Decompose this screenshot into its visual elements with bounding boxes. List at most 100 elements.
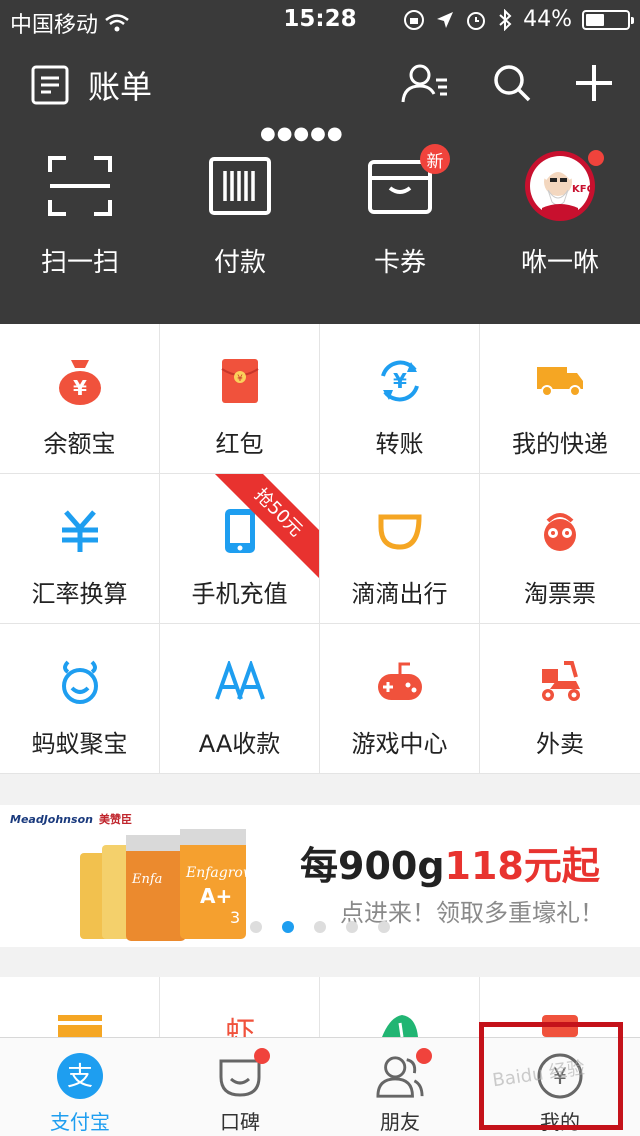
grid-item-transfer[interactable]: ¥ 转账 <box>320 324 480 474</box>
services-grid: ¥ 余额宝 ¥ 红包 ¥ 转账 我的快递 汇率换算 手机充值 抢50元 滴滴出行… <box>0 324 640 774</box>
banner-headline: 每900g118元起 <box>300 844 600 888</box>
grid-item-label: 淘票票 <box>524 580 596 608</box>
grid-item-phone-recharge[interactable]: 手机充值 抢50元 <box>160 474 320 624</box>
pager-dot[interactable] <box>346 921 358 933</box>
quick-actions: 扫一扫 付款 新 卡券 KFC 咻一咻 <box>0 144 640 280</box>
grid-item-takeout[interactable]: 外卖 <box>480 624 640 774</box>
pager-dot[interactable] <box>378 921 390 933</box>
pager-dot[interactable] <box>314 921 326 933</box>
quick-scan[interactable]: 扫一扫 <box>0 150 160 280</box>
bill-button[interactable]: 账单 <box>30 62 152 108</box>
koubei-notification-dot <box>254 1048 270 1064</box>
kfc-avatar-icon: KFC <box>525 151 595 221</box>
alarm-icon <box>467 11 486 30</box>
grid-item-label: 游戏中心 <box>351 730 448 758</box>
svg-text:支: 支 <box>67 1062 93 1092</box>
quick-coupons-label: 卡券 <box>373 248 426 278</box>
battery-icon <box>582 9 634 30</box>
grid-item-label: 转账 <box>375 430 424 458</box>
svg-text:¥: ¥ <box>393 369 407 393</box>
quick-xiu-label: 咻一咻 <box>520 248 599 278</box>
formula-cans-image: Enfa Enfagrow A+ 3 <box>80 829 250 941</box>
phone-icon <box>224 509 255 553</box>
grid-item-hongbao[interactable]: ¥ 红包 <box>160 324 320 474</box>
card-icon <box>58 1015 102 1037</box>
quick-coupons[interactable]: 新 卡券 <box>320 144 480 280</box>
aa-icon <box>214 661 265 700</box>
grid-item-label: 我的快递 <box>512 430 608 458</box>
friends-notification-dot <box>416 1048 432 1064</box>
pager-dot[interactable] <box>250 921 262 933</box>
status-bar: ●●●●● 中国移动 15:28 44% <box>0 0 640 144</box>
bill-list-icon <box>31 65 69 105</box>
yen-exchange-icon <box>61 510 98 552</box>
grid-item-label: 外卖 <box>536 730 584 758</box>
grid-item-game-center[interactable]: 游戏中心 <box>320 624 480 774</box>
svg-text:Enfagrow: Enfagrow <box>185 865 250 881</box>
tab-alipay[interactable]: 支 支付宝 <box>0 1038 160 1136</box>
svg-text:A+: A+ <box>200 884 232 908</box>
add-icon[interactable] <box>574 63 614 103</box>
grid-item-partial[interactable]: 虾 <box>160 977 320 1037</box>
grid-item-partial[interactable] <box>0 977 160 1037</box>
tab-label: 口碑 <box>220 1110 260 1134</box>
alipay-icon: 支 <box>57 1053 103 1099</box>
grid-item-express[interactable]: 我的快递 <box>480 324 640 474</box>
svg-text:KFC: KFC <box>572 184 594 195</box>
battery-percent: 44% <box>523 7 572 32</box>
grid-item-aa[interactable]: AA收款 <box>160 624 320 774</box>
leaf-icon <box>382 1015 418 1037</box>
tab-koubei[interactable]: 口碑 <box>160 1038 320 1136</box>
contacts-icon[interactable] <box>400 62 450 104</box>
rotation-lock-icon <box>404 9 425 30</box>
quick-scan-label: 扫一扫 <box>40 248 119 278</box>
nav-bar: 账单 <box>0 50 640 120</box>
didi-icon <box>378 514 422 550</box>
svg-text:¥: ¥ <box>73 376 87 400</box>
quick-xiu[interactable]: KFC 咻一咻 <box>480 150 640 280</box>
signal-dots-icon: ●●●●● <box>260 123 344 144</box>
search-icon[interactable] <box>492 63 532 103</box>
money-bag-icon: ¥ <box>58 360 101 405</box>
grid-item-taopiaopiao[interactable]: 淘票票 <box>480 474 640 624</box>
ant-fortune-icon <box>61 660 98 704</box>
scooter-icon <box>538 661 580 701</box>
top-header: ●●●●● 中国移动 15:28 44% 账单 扫一扫 付款 新 卡券 KFC … <box>0 0 640 324</box>
promo-banner[interactable]: MeadJohnson 美赞臣 Enfa Enfagrow A+ 3 每900g1… <box>0 805 640 947</box>
new-badge: 新 <box>420 144 450 174</box>
barcode-icon <box>209 157 271 215</box>
header-title: 账单 <box>88 68 153 106</box>
quick-pay[interactable]: 付款 <box>160 150 320 280</box>
svg-text:虾: 虾 <box>225 1016 255 1037</box>
svg-text:Enfa: Enfa <box>131 872 162 887</box>
banner-pager <box>250 921 390 933</box>
grid-item-exchange-rate[interactable]: 汇率换算 <box>0 474 160 624</box>
truck-icon <box>537 367 583 397</box>
quick-pay-label: 付款 <box>213 248 266 278</box>
grid-item-label: 滴滴出行 <box>351 580 448 608</box>
grid-item-label: AA收款 <box>198 730 281 758</box>
grid-item-label: 蚂蚁聚宝 <box>31 730 128 758</box>
tab-label: 支付宝 <box>50 1110 110 1134</box>
grid-item-didi[interactable]: 滴滴出行 <box>320 474 480 624</box>
bluetooth-icon <box>499 8 512 31</box>
svg-text:3: 3 <box>230 908 240 927</box>
grid-item-label: 手机充值 <box>191 580 288 608</box>
grid-item-ant-fortune[interactable]: 蚂蚁聚宝 <box>0 624 160 774</box>
ticket-face-icon <box>544 513 576 551</box>
transfer-icon: ¥ <box>380 360 419 402</box>
tab-friends[interactable]: 朋友 <box>320 1038 480 1136</box>
scan-icon <box>48 156 112 216</box>
grid-item-label: 余额宝 <box>43 430 116 458</box>
pager-dot[interactable] <box>282 921 294 933</box>
location-icon <box>437 11 454 28</box>
shrimp-icon: 虾 <box>225 1016 255 1037</box>
red-envelope-icon: ¥ <box>220 359 259 403</box>
xiu-notification-dot <box>588 150 604 166</box>
svg-text:¥: ¥ <box>237 374 243 384</box>
grid-item-label: 红包 <box>215 430 264 458</box>
grid-item-yuebao[interactable]: ¥ 余额宝 <box>0 324 160 474</box>
grid-item-partial[interactable] <box>320 977 480 1037</box>
gamepad-icon <box>377 662 422 700</box>
tab-label: 朋友 <box>380 1110 420 1134</box>
